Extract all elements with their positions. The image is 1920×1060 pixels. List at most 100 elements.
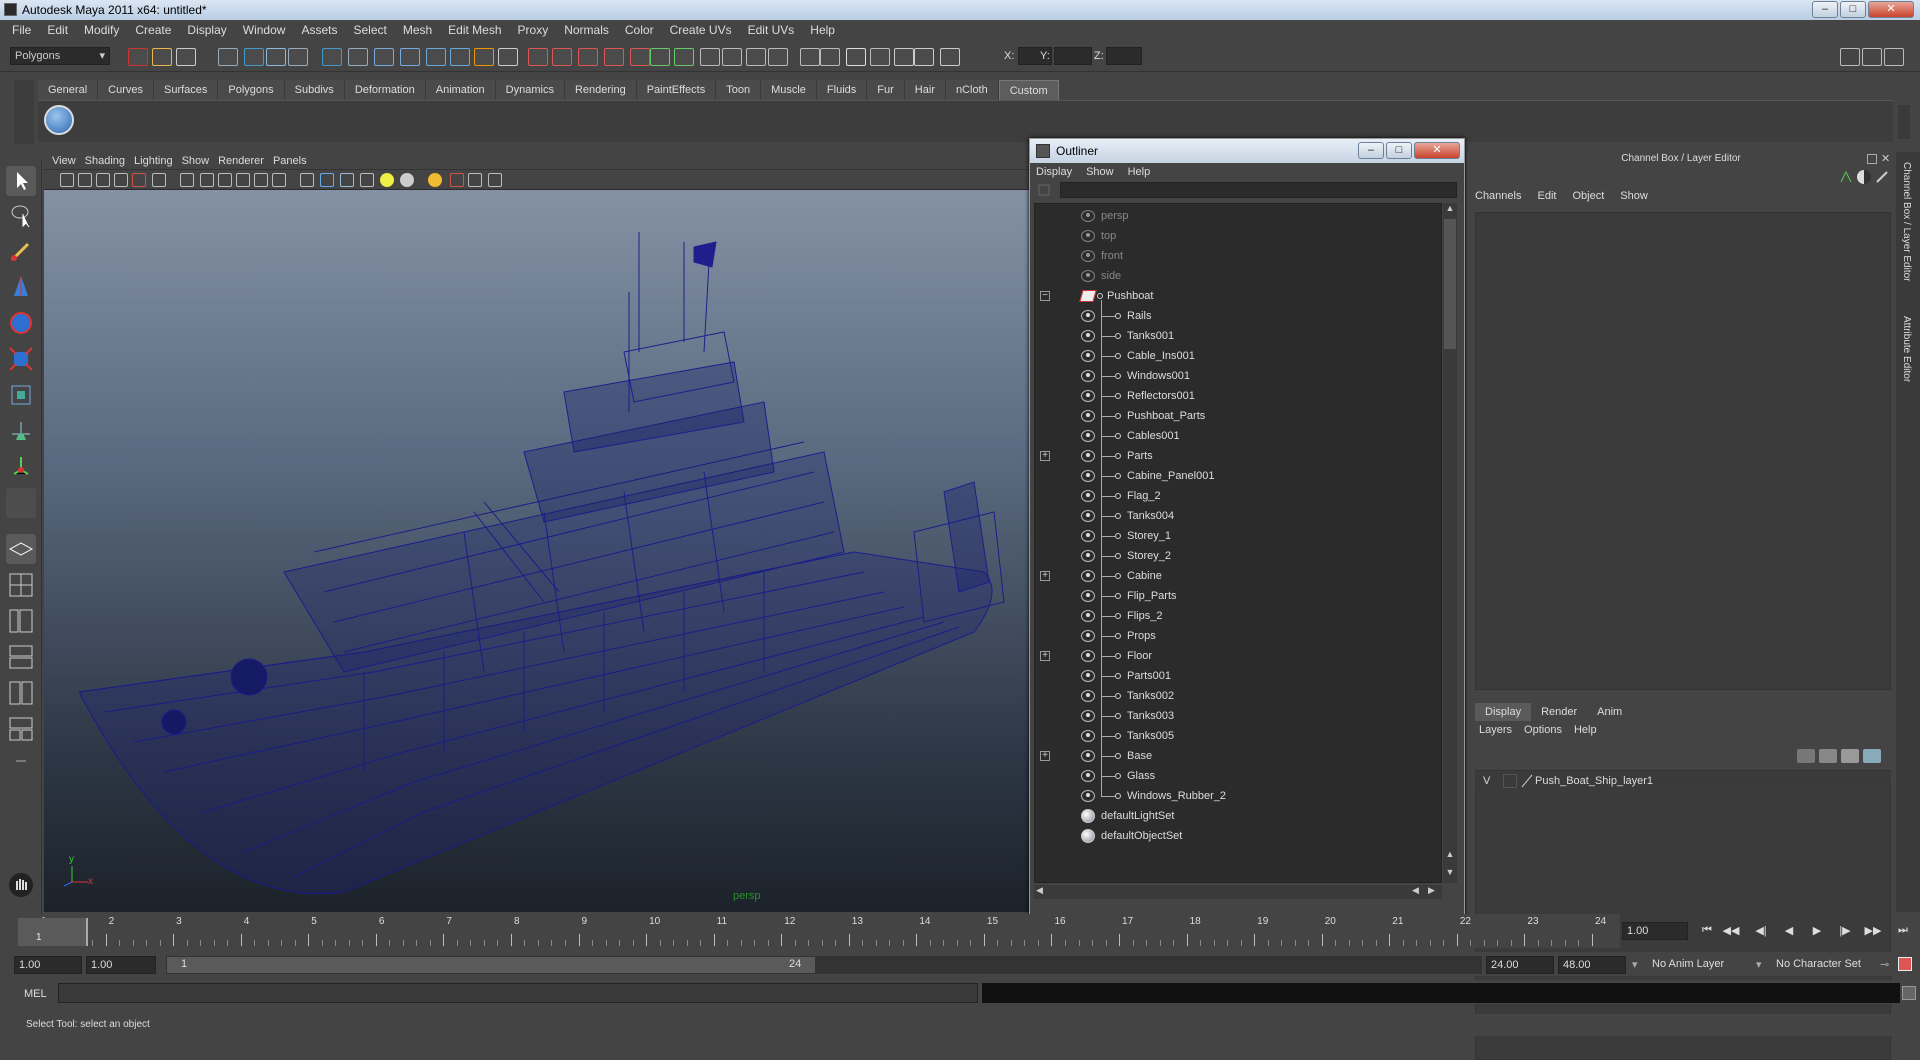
menu-proxy[interactable]: Proxy xyxy=(510,23,557,37)
viewport-tool-icon[interactable] xyxy=(236,173,250,187)
outliner-item-cabine[interactable]: + Cabine xyxy=(1035,566,1435,586)
channel-box-mode-icon[interactable] xyxy=(1839,170,1853,184)
outliner-horizontal-scrollbar[interactable]: ◀ ◀ ▶ xyxy=(1034,885,1442,899)
viewport-tool-icon[interactable] xyxy=(340,173,354,187)
current-frame-field[interactable]: 1.00 xyxy=(1622,922,1688,940)
layer-color-swatch[interactable] xyxy=(1521,774,1533,788)
outliner-item-windows001[interactable]: Windows001 xyxy=(1035,366,1435,386)
outliner-item-cables001[interactable]: Cables001 xyxy=(1035,426,1435,446)
layer-tab-anim[interactable]: Anim xyxy=(1587,703,1633,721)
anim-layer-dropdown[interactable]: No Anim Layer xyxy=(1648,956,1758,974)
expand-toggle-icon[interactable]: + xyxy=(1040,651,1050,661)
single-pane-layout-icon[interactable] xyxy=(6,534,36,564)
status-tool-icon[interactable] xyxy=(266,48,286,66)
new-layer-icon[interactable] xyxy=(1797,749,1815,763)
outliner-item-tanks003[interactable]: Tanks003 xyxy=(1035,706,1435,726)
tool-settings-icon[interactable] xyxy=(1875,170,1889,184)
shelf-tab-subdivs[interactable]: Subdivs xyxy=(284,80,345,100)
viewport-tool-icon[interactable] xyxy=(180,173,194,187)
status-tool-icon[interactable] xyxy=(348,48,368,66)
select-tool-icon[interactable] xyxy=(6,166,36,196)
outliner-item-reflectors001[interactable]: Reflectors001 xyxy=(1035,386,1435,406)
anim-end-field[interactable]: 48.00 xyxy=(1558,956,1626,974)
outliner-item-glass[interactable]: Glass xyxy=(1035,766,1435,786)
viewport-tool-icon[interactable] xyxy=(300,173,314,187)
viewport-menu-panels[interactable]: Panels xyxy=(273,155,316,167)
chevron-down-icon[interactable]: ▾ xyxy=(1632,958,1638,971)
status-tool-icon[interactable] xyxy=(650,48,670,66)
status-tool-icon[interactable] xyxy=(674,48,694,66)
outliner-item-top[interactable]: top xyxy=(1035,226,1435,246)
expand-toggle-icon[interactable]: + xyxy=(1040,571,1050,581)
panel-toggle-icon[interactable] xyxy=(1884,48,1904,66)
outliner-item-cable-ins001[interactable]: Cable_Ins001 xyxy=(1035,346,1435,366)
shelf-tab-hair[interactable]: Hair xyxy=(904,80,946,100)
shelf-tab-deformation[interactable]: Deformation xyxy=(344,80,426,100)
viewport-tool-icon[interactable] xyxy=(152,173,166,187)
float-panel-icon[interactable] xyxy=(1867,154,1877,164)
outliner-item-windows-rubber-2[interactable]: Windows_Rubber_2 xyxy=(1035,786,1435,806)
shelf-tab-dynamics[interactable]: Dynamics xyxy=(495,80,565,100)
shelf-tab-custom[interactable]: Custom xyxy=(998,80,1059,100)
custom-shelf-button[interactable] xyxy=(44,105,74,135)
lasso-tool-icon[interactable] xyxy=(6,200,36,230)
viewport-menu-renderer[interactable]: Renderer xyxy=(218,155,273,167)
step-forward-key-icon[interactable]: |▶ xyxy=(1836,924,1854,940)
expand-toggle-icon[interactable]: + xyxy=(1040,751,1050,761)
status-tool-icon[interactable] xyxy=(288,48,308,66)
panel-toggle-icon[interactable] xyxy=(1862,48,1882,66)
outliner-item-pushboat[interactable]: − Pushboat xyxy=(1035,286,1435,306)
menu-help[interactable]: Help xyxy=(802,23,843,37)
shelf-tab-fur[interactable]: Fur xyxy=(867,80,905,100)
status-tool-icon[interactable] xyxy=(552,48,572,66)
status-tool-icon[interactable] xyxy=(498,48,518,66)
key-icon[interactable]: ⊸ xyxy=(1880,958,1889,971)
channel-menu-edit[interactable]: Edit xyxy=(1529,190,1564,202)
move-layer-up-icon[interactable] xyxy=(1841,749,1859,763)
viewport-tool-icon[interactable] xyxy=(272,173,286,187)
status-tool-icon[interactable] xyxy=(722,48,742,66)
chevron-down-icon[interactable]: ▾ xyxy=(1756,958,1762,971)
last-tool-slot[interactable] xyxy=(6,488,36,518)
soft-modification-icon[interactable] xyxy=(6,416,36,446)
status-tool-icon[interactable] xyxy=(894,48,914,66)
channel-menu-object[interactable]: Object xyxy=(1564,190,1612,202)
viewport-tool-icon[interactable] xyxy=(60,173,74,187)
hand-tool-icon[interactable] xyxy=(6,870,36,900)
outliner-item-storey-2[interactable]: Storey_2 xyxy=(1035,546,1435,566)
menu-assets[interactable]: Assets xyxy=(293,23,345,37)
outliner-item-defaultlightset[interactable]: defaultLightSet xyxy=(1035,806,1435,826)
status-tool-icon[interactable] xyxy=(152,48,172,66)
anim-start-field[interactable]: 1.00 xyxy=(86,956,156,974)
status-tool-icon[interactable] xyxy=(450,48,470,66)
status-tool-icon[interactable] xyxy=(244,48,264,66)
shelf-tab-fluids[interactable]: Fluids xyxy=(816,80,868,100)
scale-tool-icon[interactable] xyxy=(6,344,36,374)
status-tool-icon[interactable] xyxy=(630,48,650,66)
shelf-tab-rendering[interactable]: Rendering xyxy=(564,80,637,100)
menu-window[interactable]: Window xyxy=(235,23,294,37)
outliner-item-cabine-panel001[interactable]: Cabine_Panel001 xyxy=(1035,466,1435,486)
shelf-tab-polygons[interactable]: Polygons xyxy=(218,80,285,100)
outliner-item-storey-1[interactable]: Storey_1 xyxy=(1035,526,1435,546)
layer-name[interactable]: Push_Boat_Ship_layer1 xyxy=(1535,772,1653,790)
shelf-tab-painteffects[interactable]: PaintEffects xyxy=(636,80,717,100)
attribute-editor-mode-icon[interactable] xyxy=(1857,170,1871,184)
panel-toggle-icon[interactable] xyxy=(1840,48,1860,66)
maximize-button[interactable]: □ xyxy=(1840,1,1866,18)
collapse-toggle-icon[interactable]: − xyxy=(1040,291,1050,301)
shelf-scroll[interactable] xyxy=(1898,105,1910,139)
menu-create-uvs[interactable]: Create UVs xyxy=(662,23,740,37)
status-tool-icon[interactable] xyxy=(374,48,394,66)
outliner-item-parts001[interactable]: Parts001 xyxy=(1035,666,1435,686)
outliner-item-props[interactable]: Props xyxy=(1035,626,1435,646)
filter-icon[interactable] xyxy=(1036,183,1054,197)
go-to-start-icon[interactable]: ⏮ xyxy=(1698,924,1716,940)
range-slider[interactable]: 1 24 xyxy=(166,956,816,974)
menu-create[interactable]: Create xyxy=(127,23,179,37)
viewport-tool-icon[interactable] xyxy=(360,173,374,187)
expand-toggle-icon[interactable]: + xyxy=(1040,451,1050,461)
scroll-left-icon[interactable]: ◀ xyxy=(1412,885,1419,896)
start-time-field[interactable]: 1.00 xyxy=(14,956,82,974)
menu-select[interactable]: Select xyxy=(345,23,394,37)
